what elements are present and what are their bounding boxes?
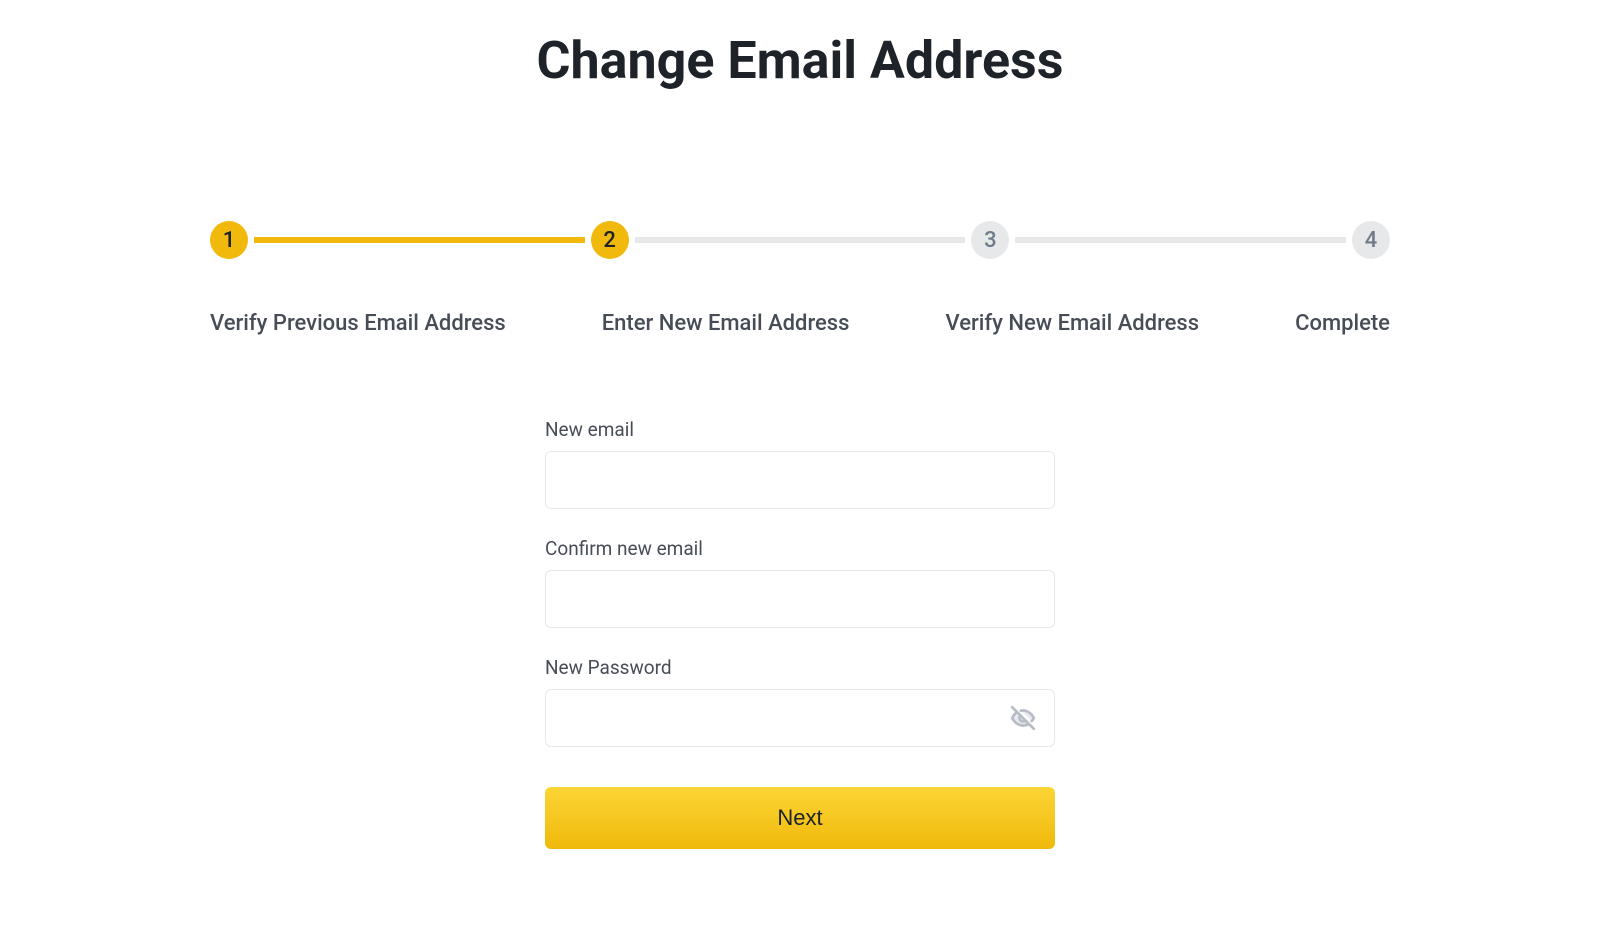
next-button[interactable]: Next: [545, 787, 1055, 849]
step-line-1-2: [254, 237, 585, 243]
progress-stepper: 1 2 3 4 Verify Previous Email Address En…: [210, 221, 1390, 336]
step-line-2-3: [635, 237, 966, 243]
new-email-label: New email: [545, 418, 1055, 441]
step-circle-1: 1: [210, 221, 248, 259]
new-email-input[interactable]: [545, 451, 1055, 509]
eye-off-icon[interactable]: [1009, 704, 1037, 732]
new-password-input[interactable]: [545, 689, 1055, 747]
new-password-label: New Password: [545, 656, 1055, 679]
step-circle-3: 3: [971, 221, 1009, 259]
step-label-3: Verify New Email Address: [945, 311, 1199, 336]
step-line-3-4: [1015, 237, 1346, 243]
email-change-form: New email Confirm new email New Password: [545, 418, 1055, 849]
step-label-4: Complete: [1295, 311, 1390, 336]
step-label-2: Enter New Email Address: [602, 311, 850, 336]
step-label-1: Verify Previous Email Address: [210, 311, 506, 336]
confirm-email-input[interactable]: [545, 570, 1055, 628]
page-title: Change Email Address: [537, 30, 1064, 91]
step-circle-4: 4: [1352, 221, 1390, 259]
step-circle-2: 2: [591, 221, 629, 259]
confirm-email-label: Confirm new email: [545, 537, 1055, 560]
